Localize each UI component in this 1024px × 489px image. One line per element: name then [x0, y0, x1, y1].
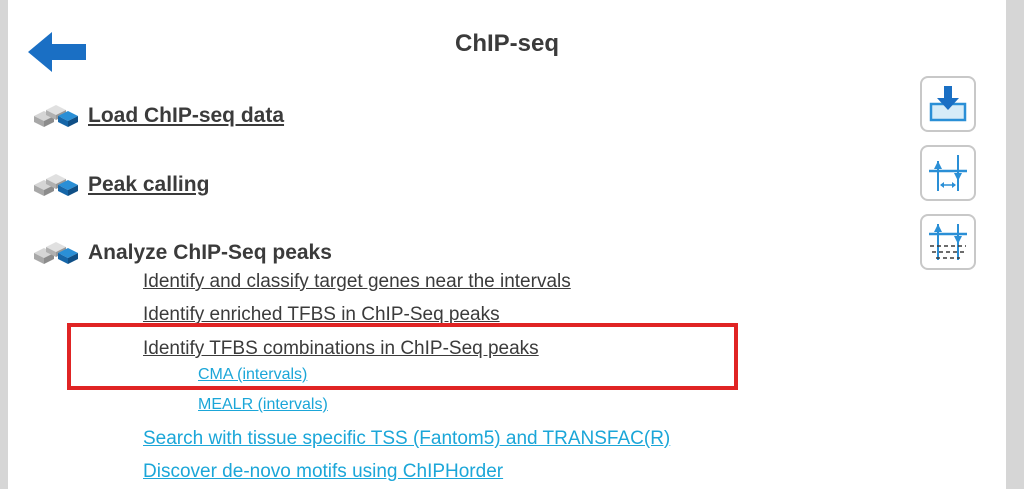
- import-icon: [929, 86, 967, 122]
- load-chipseq-link[interactable]: Load ChIP-seq data: [88, 104, 284, 128]
- discover-denovo-motifs-link[interactable]: Discover de-novo motifs using ChIPHorder: [143, 461, 503, 483]
- cubes-icon: [34, 105, 78, 127]
- analyze-peaks-heading: Analyze ChIP-Seq peaks: [88, 241, 332, 264]
- peaks-icon: [929, 224, 967, 260]
- identify-classify-genes-link[interactable]: Identify and classify target genes near …: [143, 271, 571, 293]
- mealr-intervals-link[interactable]: MEALR (intervals): [198, 396, 328, 414]
- interval-icon: [929, 155, 967, 191]
- main-panel: ChIP-seq Load ChIP-seq data Peak calling…: [8, 0, 1006, 489]
- search-tss-transfac-link[interactable]: Search with tissue specific TSS (Fantom5…: [143, 428, 670, 450]
- peak-calling-link[interactable]: Peak calling: [88, 173, 209, 197]
- page-title: ChIP-seq: [454, 30, 559, 57]
- section-load: Load ChIP-seq data: [32, 101, 284, 131]
- cubes-icon: [34, 242, 78, 264]
- import-button[interactable]: [920, 76, 976, 132]
- section-analyze-peaks: Analyze ChIP-Seq peaks: [32, 238, 332, 268]
- peaks-tool-button[interactable]: [920, 214, 976, 270]
- cubes-icon: [34, 174, 78, 196]
- section-peak-calling: Peak calling: [32, 170, 209, 200]
- interval-tool-button[interactable]: [920, 145, 976, 201]
- highlight-box: [67, 323, 738, 390]
